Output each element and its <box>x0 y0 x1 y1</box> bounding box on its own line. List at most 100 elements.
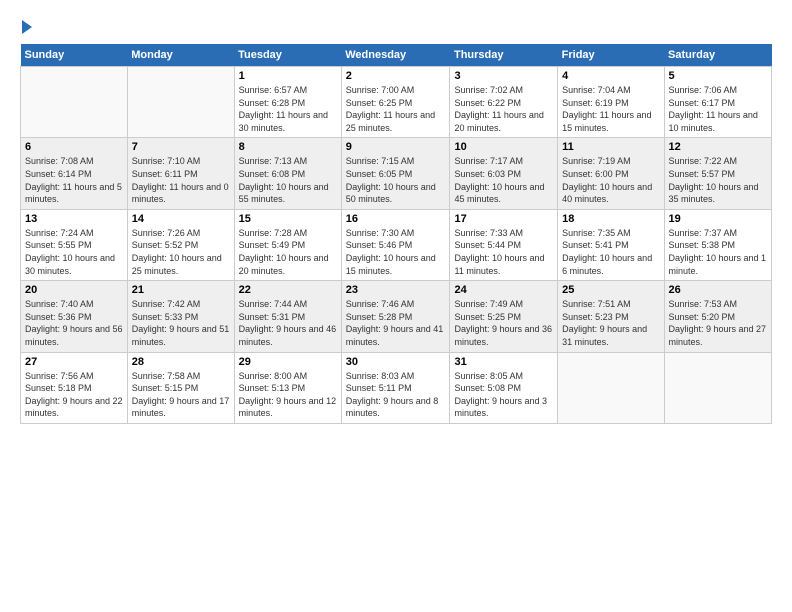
calendar-cell: 15 Sunrise: 7:28 AM Sunset: 5:49 PM Dayli… <box>234 209 341 280</box>
day-number: 30 <box>346 356 446 368</box>
day-number: 13 <box>25 213 123 225</box>
calendar-cell: 7 Sunrise: 7:10 AM Sunset: 6:11 PM Daylig… <box>127 138 234 209</box>
day-number: 4 <box>562 70 659 82</box>
day-number: 14 <box>132 213 230 225</box>
day-info: Sunrise: 7:06 AM Sunset: 6:17 PM Dayligh… <box>669 84 768 134</box>
calendar-cell: 22 Sunrise: 7:44 AM Sunset: 5:31 PM Dayli… <box>234 281 341 352</box>
day-info: Sunrise: 7:35 AM Sunset: 5:41 PM Dayligh… <box>562 227 659 277</box>
day-info: Sunrise: 7:28 AM Sunset: 5:49 PM Dayligh… <box>239 227 337 277</box>
day-number: 11 <box>562 141 659 153</box>
day-number: 18 <box>562 213 659 225</box>
day-number: 17 <box>454 213 553 225</box>
calendar-cell: 13Sunrise: 7:24 AM Sunset: 5:55 PM Dayli… <box>21 209 128 280</box>
calendar-cell: 28 Sunrise: 7:58 AM Sunset: 5:15 PM Dayli… <box>127 352 234 423</box>
day-info: Sunrise: 7:04 AM Sunset: 6:19 PM Dayligh… <box>562 84 659 134</box>
logo-arrow-icon <box>22 20 32 34</box>
day-number: 9 <box>346 141 446 153</box>
logo <box>20 18 32 34</box>
day-info: Sunrise: 7:53 AM Sunset: 5:20 PM Dayligh… <box>669 298 768 348</box>
day-info: Sunrise: 7:30 AM Sunset: 5:46 PM Dayligh… <box>346 227 446 277</box>
day-info: Sunrise: 7:22 AM Sunset: 5:57 PM Dayligh… <box>669 155 768 205</box>
day-number: 19 <box>669 213 768 225</box>
day-header-saturday: Saturday <box>664 44 772 67</box>
calendar-cell: 1 Sunrise: 6:57 AM Sunset: 6:28 PM Daylig… <box>234 67 341 138</box>
day-number: 2 <box>346 70 446 82</box>
day-info: Sunrise: 7:44 AM Sunset: 5:31 PM Dayligh… <box>239 298 337 348</box>
calendar-cell: 6Sunrise: 7:08 AM Sunset: 6:14 PM Daylig… <box>21 138 128 209</box>
calendar-cell: 25 Sunrise: 7:51 AM Sunset: 5:23 PM Dayli… <box>558 281 664 352</box>
week-row-2: 6Sunrise: 7:08 AM Sunset: 6:14 PM Daylig… <box>21 138 772 209</box>
day-header-thursday: Thursday <box>450 44 558 67</box>
calendar-cell: 9Sunrise: 7:15 AM Sunset: 6:05 PM Daylig… <box>341 138 450 209</box>
calendar-cell: 2 Sunrise: 7:00 AM Sunset: 6:25 PM Daylig… <box>341 67 450 138</box>
day-number: 6 <box>25 141 123 153</box>
calendar-cell: 5 Sunrise: 7:06 AM Sunset: 6:17 PM Daylig… <box>664 67 772 138</box>
calendar-cell: 19 Sunrise: 7:37 AM Sunset: 5:38 PM Dayli… <box>664 209 772 280</box>
day-number: 12 <box>669 141 768 153</box>
day-number: 28 <box>132 356 230 368</box>
calendar-cell <box>664 352 772 423</box>
week-row-1: 1 Sunrise: 6:57 AM Sunset: 6:28 PM Daylig… <box>21 67 772 138</box>
week-row-3: 13Sunrise: 7:24 AM Sunset: 5:55 PM Dayli… <box>21 209 772 280</box>
day-number: 8 <box>239 141 337 153</box>
calendar-cell: 8Sunrise: 7:13 AM Sunset: 6:08 PM Daylig… <box>234 138 341 209</box>
calendar-cell: 30 Sunrise: 8:03 AM Sunset: 5:11 PM Dayli… <box>341 352 450 423</box>
day-info: Sunrise: 7:58 AM Sunset: 5:15 PM Dayligh… <box>132 370 230 420</box>
day-number: 10 <box>454 141 553 153</box>
calendar-cell: 26 Sunrise: 7:53 AM Sunset: 5:20 PM Dayli… <box>664 281 772 352</box>
calendar-cell <box>127 67 234 138</box>
calendar-cell <box>21 67 128 138</box>
calendar-cell: 12 Sunrise: 7:22 AM Sunset: 5:57 PM Dayli… <box>664 138 772 209</box>
day-number: 27 <box>25 356 123 368</box>
day-info: Sunrise: 7:51 AM Sunset: 5:23 PM Dayligh… <box>562 298 659 348</box>
day-number: 7 <box>132 141 230 153</box>
day-header-sunday: Sunday <box>21 44 128 67</box>
day-info: Sunrise: 7:17 AM Sunset: 6:03 PM Dayligh… <box>454 155 553 205</box>
day-info: Sunrise: 7:37 AM Sunset: 5:38 PM Dayligh… <box>669 227 768 277</box>
day-info: Sunrise: 7:46 AM Sunset: 5:28 PM Dayligh… <box>346 298 446 348</box>
day-info: Sunrise: 7:26 AM Sunset: 5:52 PM Dayligh… <box>132 227 230 277</box>
calendar-cell: 27 Sunrise: 7:56 AM Sunset: 5:18 PM Dayli… <box>21 352 128 423</box>
page-header <box>20 18 772 34</box>
day-number: 29 <box>239 356 337 368</box>
calendar-cell: 10 Sunrise: 7:17 AM Sunset: 6:03 PM Dayli… <box>450 138 558 209</box>
day-info: Sunrise: 8:03 AM Sunset: 5:11 PM Dayligh… <box>346 370 446 420</box>
day-number: 25 <box>562 284 659 296</box>
day-info: Sunrise: 8:05 AM Sunset: 5:08 PM Dayligh… <box>454 370 553 420</box>
calendar-table: SundayMondayTuesdayWednesdayThursdayFrid… <box>20 44 772 424</box>
day-info: Sunrise: 6:57 AM Sunset: 6:28 PM Dayligh… <box>239 84 337 134</box>
day-header-wednesday: Wednesday <box>341 44 450 67</box>
day-info: Sunrise: 7:40 AM Sunset: 5:36 PM Dayligh… <box>25 298 123 348</box>
day-header-monday: Monday <box>127 44 234 67</box>
day-number: 26 <box>669 284 768 296</box>
calendar-cell: 29 Sunrise: 8:00 AM Sunset: 5:13 PM Dayli… <box>234 352 341 423</box>
calendar-cell: 14 Sunrise: 7:26 AM Sunset: 5:52 PM Dayli… <box>127 209 234 280</box>
day-number: 1 <box>239 70 337 82</box>
day-number: 20 <box>25 284 123 296</box>
day-info: Sunrise: 7:00 AM Sunset: 6:25 PM Dayligh… <box>346 84 446 134</box>
day-info: Sunrise: 7:10 AM Sunset: 6:11 PM Dayligh… <box>132 155 230 205</box>
calendar-cell: 11Sunrise: 7:19 AM Sunset: 6:00 PM Dayli… <box>558 138 664 209</box>
calendar-cell: 3Sunrise: 7:02 AM Sunset: 6:22 PM Daylig… <box>450 67 558 138</box>
day-number: 5 <box>669 70 768 82</box>
calendar-cell: 24Sunrise: 7:49 AM Sunset: 5:25 PM Dayli… <box>450 281 558 352</box>
day-number: 22 <box>239 284 337 296</box>
day-number: 15 <box>239 213 337 225</box>
calendar-cell: 21Sunrise: 7:42 AM Sunset: 5:33 PM Dayli… <box>127 281 234 352</box>
day-info: Sunrise: 8:00 AM Sunset: 5:13 PM Dayligh… <box>239 370 337 420</box>
day-header-friday: Friday <box>558 44 664 67</box>
day-number: 31 <box>454 356 553 368</box>
day-info: Sunrise: 7:02 AM Sunset: 6:22 PM Dayligh… <box>454 84 553 134</box>
calendar-cell: 20 Sunrise: 7:40 AM Sunset: 5:36 PM Dayli… <box>21 281 128 352</box>
calendar-cell: 16Sunrise: 7:30 AM Sunset: 5:46 PM Dayli… <box>341 209 450 280</box>
week-row-4: 20 Sunrise: 7:40 AM Sunset: 5:36 PM Dayli… <box>21 281 772 352</box>
day-info: Sunrise: 7:33 AM Sunset: 5:44 PM Dayligh… <box>454 227 553 277</box>
calendar-cell: 31 Sunrise: 8:05 AM Sunset: 5:08 PM Dayli… <box>450 352 558 423</box>
day-number: 23 <box>346 284 446 296</box>
calendar-cell: 17 Sunrise: 7:33 AM Sunset: 5:44 PM Dayli… <box>450 209 558 280</box>
day-header-tuesday: Tuesday <box>234 44 341 67</box>
calendar-cell <box>558 352 664 423</box>
day-info: Sunrise: 7:42 AM Sunset: 5:33 PM Dayligh… <box>132 298 230 348</box>
day-info: Sunrise: 7:56 AM Sunset: 5:18 PM Dayligh… <box>25 370 123 420</box>
calendar-cell: 23 Sunrise: 7:46 AM Sunset: 5:28 PM Dayli… <box>341 281 450 352</box>
